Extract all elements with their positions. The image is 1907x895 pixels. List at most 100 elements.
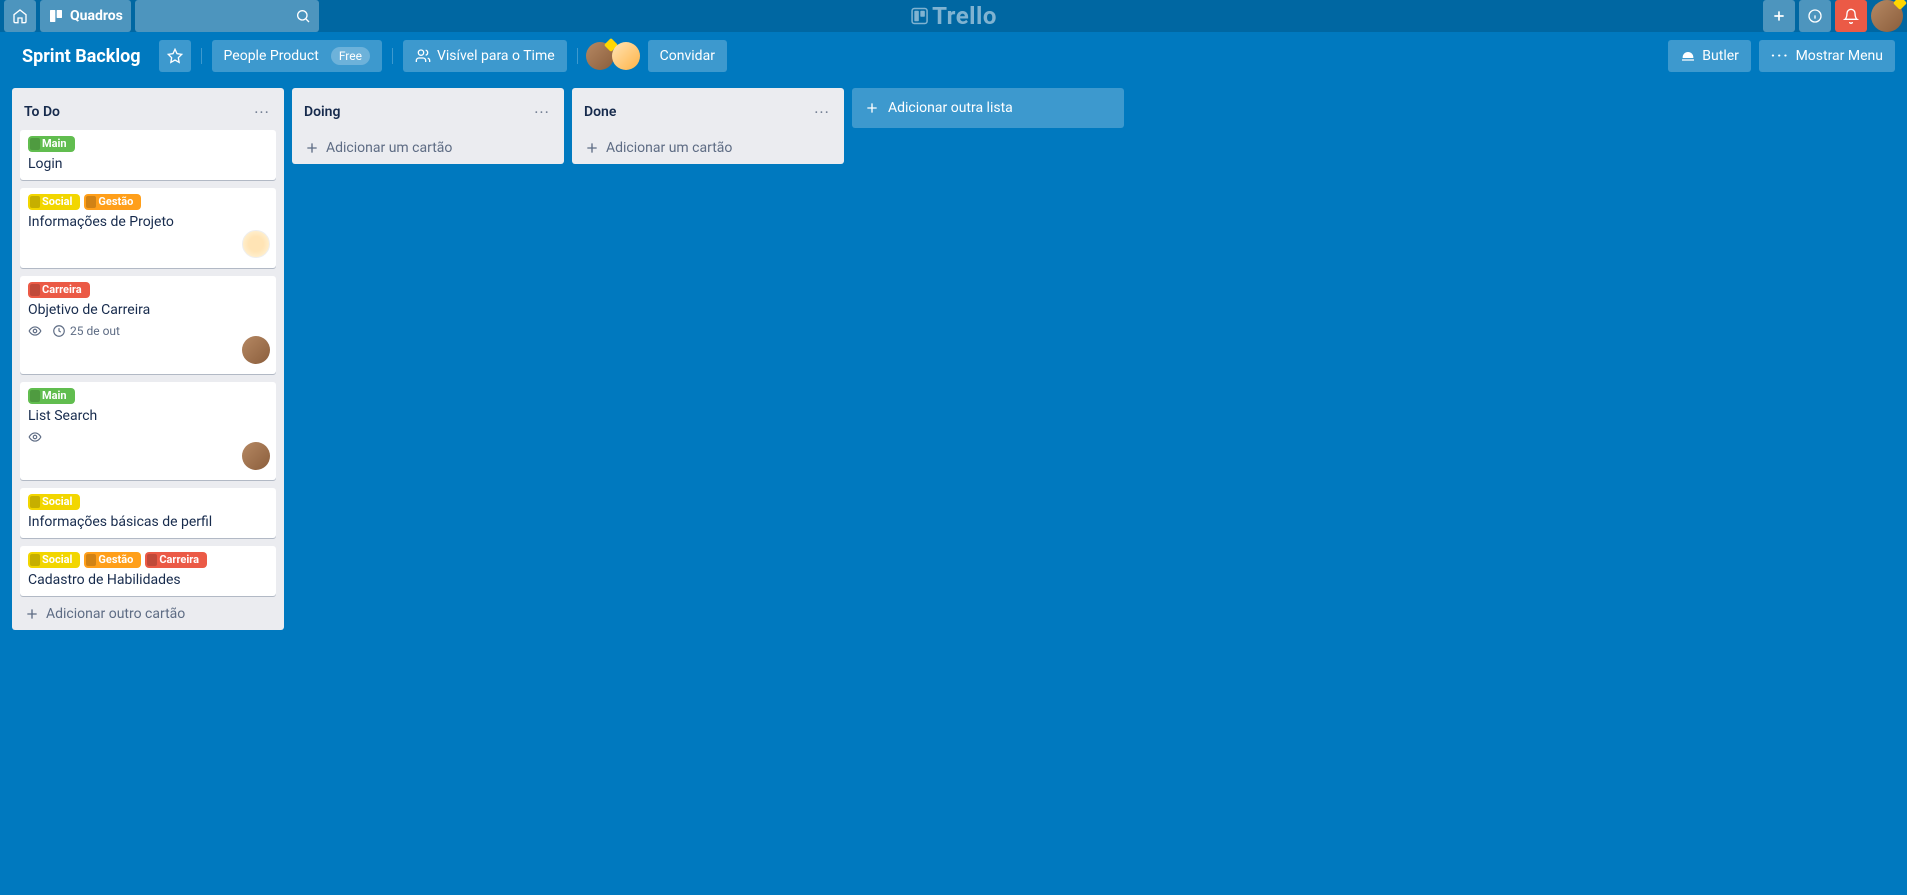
card[interactable]: Social Gestão Informações de Projeto bbox=[20, 188, 276, 268]
people-icon bbox=[415, 48, 431, 64]
search-wrapper bbox=[135, 0, 319, 32]
label-gestao[interactable]: Gestão bbox=[84, 194, 141, 210]
list-header: To Do ··· bbox=[12, 88, 284, 130]
due-date-badge[interactable]: 25 de out bbox=[52, 324, 120, 338]
more-icon: ··· bbox=[814, 103, 830, 122]
list-name[interactable]: Done bbox=[584, 104, 808, 120]
create-button[interactable] bbox=[1763, 0, 1795, 32]
member-avatar[interactable] bbox=[586, 42, 614, 70]
card-title: Login bbox=[28, 156, 268, 172]
label-social[interactable]: Social bbox=[28, 552, 80, 568]
member-avatar[interactable] bbox=[242, 336, 270, 364]
label-social[interactable]: Social bbox=[28, 494, 80, 510]
card[interactable]: Social Informações básicas de perfil bbox=[20, 488, 276, 538]
member-avatar[interactable] bbox=[242, 442, 270, 470]
card-labels: Social bbox=[28, 494, 268, 510]
list-menu-button[interactable]: ··· bbox=[528, 98, 556, 126]
list-done: Done ··· Adicionar um cartão bbox=[572, 88, 844, 164]
divider bbox=[577, 48, 578, 64]
trello-logo-text: Trello bbox=[932, 2, 997, 30]
show-menu-button[interactable]: ··· Mostrar Menu bbox=[1759, 40, 1895, 72]
global-header-left: Quadros bbox=[4, 0, 319, 32]
list-name[interactable]: Doing bbox=[304, 104, 528, 120]
list-menu-button[interactable]: ··· bbox=[808, 98, 836, 126]
plus-icon bbox=[864, 100, 880, 116]
search-input[interactable] bbox=[135, 0, 319, 32]
star-button[interactable] bbox=[159, 40, 191, 72]
info-button[interactable] bbox=[1799, 0, 1831, 32]
trello-logo-icon bbox=[910, 7, 928, 25]
card-title: Informações básicas de perfil bbox=[28, 514, 268, 530]
card[interactable]: Main List Search bbox=[20, 382, 276, 480]
add-list-label: Adicionar outra lista bbox=[888, 100, 1013, 116]
boards-button-label: Quadros bbox=[70, 8, 123, 24]
board-members bbox=[588, 42, 640, 70]
card-title: Informações de Projeto bbox=[28, 214, 268, 230]
card[interactable]: Main Login bbox=[20, 130, 276, 180]
more-icon: ··· bbox=[254, 103, 270, 122]
label-carreira[interactable]: Carreira bbox=[28, 282, 90, 298]
clock-icon bbox=[52, 324, 66, 338]
board-header-right: Butler ··· Mostrar Menu bbox=[1668, 40, 1895, 72]
card-title: Cadastro de Habilidades bbox=[28, 572, 268, 588]
boards-button[interactable]: Quadros bbox=[40, 0, 131, 32]
plus-icon bbox=[584, 140, 600, 156]
list-header: Done ··· bbox=[572, 88, 844, 130]
star-icon bbox=[167, 48, 183, 64]
trello-logo[interactable]: Trello bbox=[910, 2, 997, 30]
card-labels: Carreira bbox=[28, 282, 268, 298]
global-header-right bbox=[1763, 0, 1903, 32]
card[interactable]: Carreira Objetivo de Carreira 25 de out bbox=[20, 276, 276, 374]
add-card-button[interactable]: Adicionar um cartão bbox=[292, 132, 564, 164]
more-icon: ··· bbox=[1771, 48, 1790, 64]
board-canvas: To Do ··· Main Login Social Gestão Infor… bbox=[0, 80, 1907, 895]
notifications-button[interactable] bbox=[1835, 0, 1867, 32]
member-avatar[interactable] bbox=[612, 42, 640, 70]
list-cards: Main Login Social Gestão Informações de … bbox=[12, 130, 284, 596]
card-labels: Main bbox=[28, 388, 268, 404]
card-badges: 25 de out bbox=[28, 324, 268, 338]
board-title[interactable]: Sprint Backlog bbox=[12, 40, 151, 72]
card-members bbox=[242, 336, 270, 368]
card-members bbox=[242, 442, 270, 474]
label-gestao[interactable]: Gestão bbox=[84, 552, 141, 568]
list-name[interactable]: To Do bbox=[24, 104, 248, 120]
visibility-label: Visível para o Time bbox=[437, 48, 555, 64]
label-main[interactable]: Main bbox=[28, 388, 75, 404]
label-main[interactable]: Main bbox=[28, 136, 75, 152]
user-avatar-button[interactable] bbox=[1871, 0, 1903, 32]
label-social[interactable]: Social bbox=[28, 194, 80, 210]
butler-button[interactable]: Butler bbox=[1668, 40, 1751, 72]
global-header: Quadros Trello bbox=[0, 0, 1907, 32]
card-title: Objetivo de Carreira bbox=[28, 302, 268, 318]
card-labels: Main bbox=[28, 136, 268, 152]
card-members bbox=[242, 230, 270, 262]
butler-label: Butler bbox=[1702, 48, 1739, 64]
eye-icon bbox=[28, 430, 42, 444]
due-date-text: 25 de out bbox=[70, 324, 120, 338]
more-icon: ··· bbox=[534, 103, 550, 122]
label-carreira[interactable]: Carreira bbox=[145, 552, 207, 568]
divider bbox=[392, 48, 393, 64]
home-button[interactable] bbox=[4, 0, 36, 32]
plus-icon bbox=[24, 606, 40, 622]
add-card-label: Adicionar um cartão bbox=[606, 140, 732, 156]
visibility-button[interactable]: Visível para o Time bbox=[403, 40, 567, 72]
list-todo: To Do ··· Main Login Social Gestão Infor… bbox=[12, 88, 284, 630]
eye-icon bbox=[28, 324, 42, 338]
team-button[interactable]: People Product Free bbox=[212, 40, 382, 72]
add-card-button[interactable]: Adicionar um cartão bbox=[572, 132, 844, 164]
divider bbox=[201, 48, 202, 64]
watch-badge bbox=[28, 324, 42, 338]
butler-icon bbox=[1680, 48, 1696, 64]
bell-icon bbox=[1843, 8, 1859, 24]
add-list-button[interactable]: Adicionar outra lista bbox=[852, 88, 1124, 128]
boards-icon bbox=[48, 8, 64, 24]
add-card-button[interactable]: Adicionar outro cartão bbox=[12, 598, 284, 630]
card-labels: Social Gestão Carreira bbox=[28, 552, 268, 568]
card[interactable]: Social Gestão Carreira Cadastro de Habil… bbox=[20, 546, 276, 596]
member-avatar[interactable] bbox=[242, 230, 270, 258]
list-menu-button[interactable]: ··· bbox=[248, 98, 276, 126]
invite-button[interactable]: Convidar bbox=[648, 40, 727, 72]
board-header: Sprint Backlog People Product Free Visív… bbox=[0, 32, 1907, 80]
